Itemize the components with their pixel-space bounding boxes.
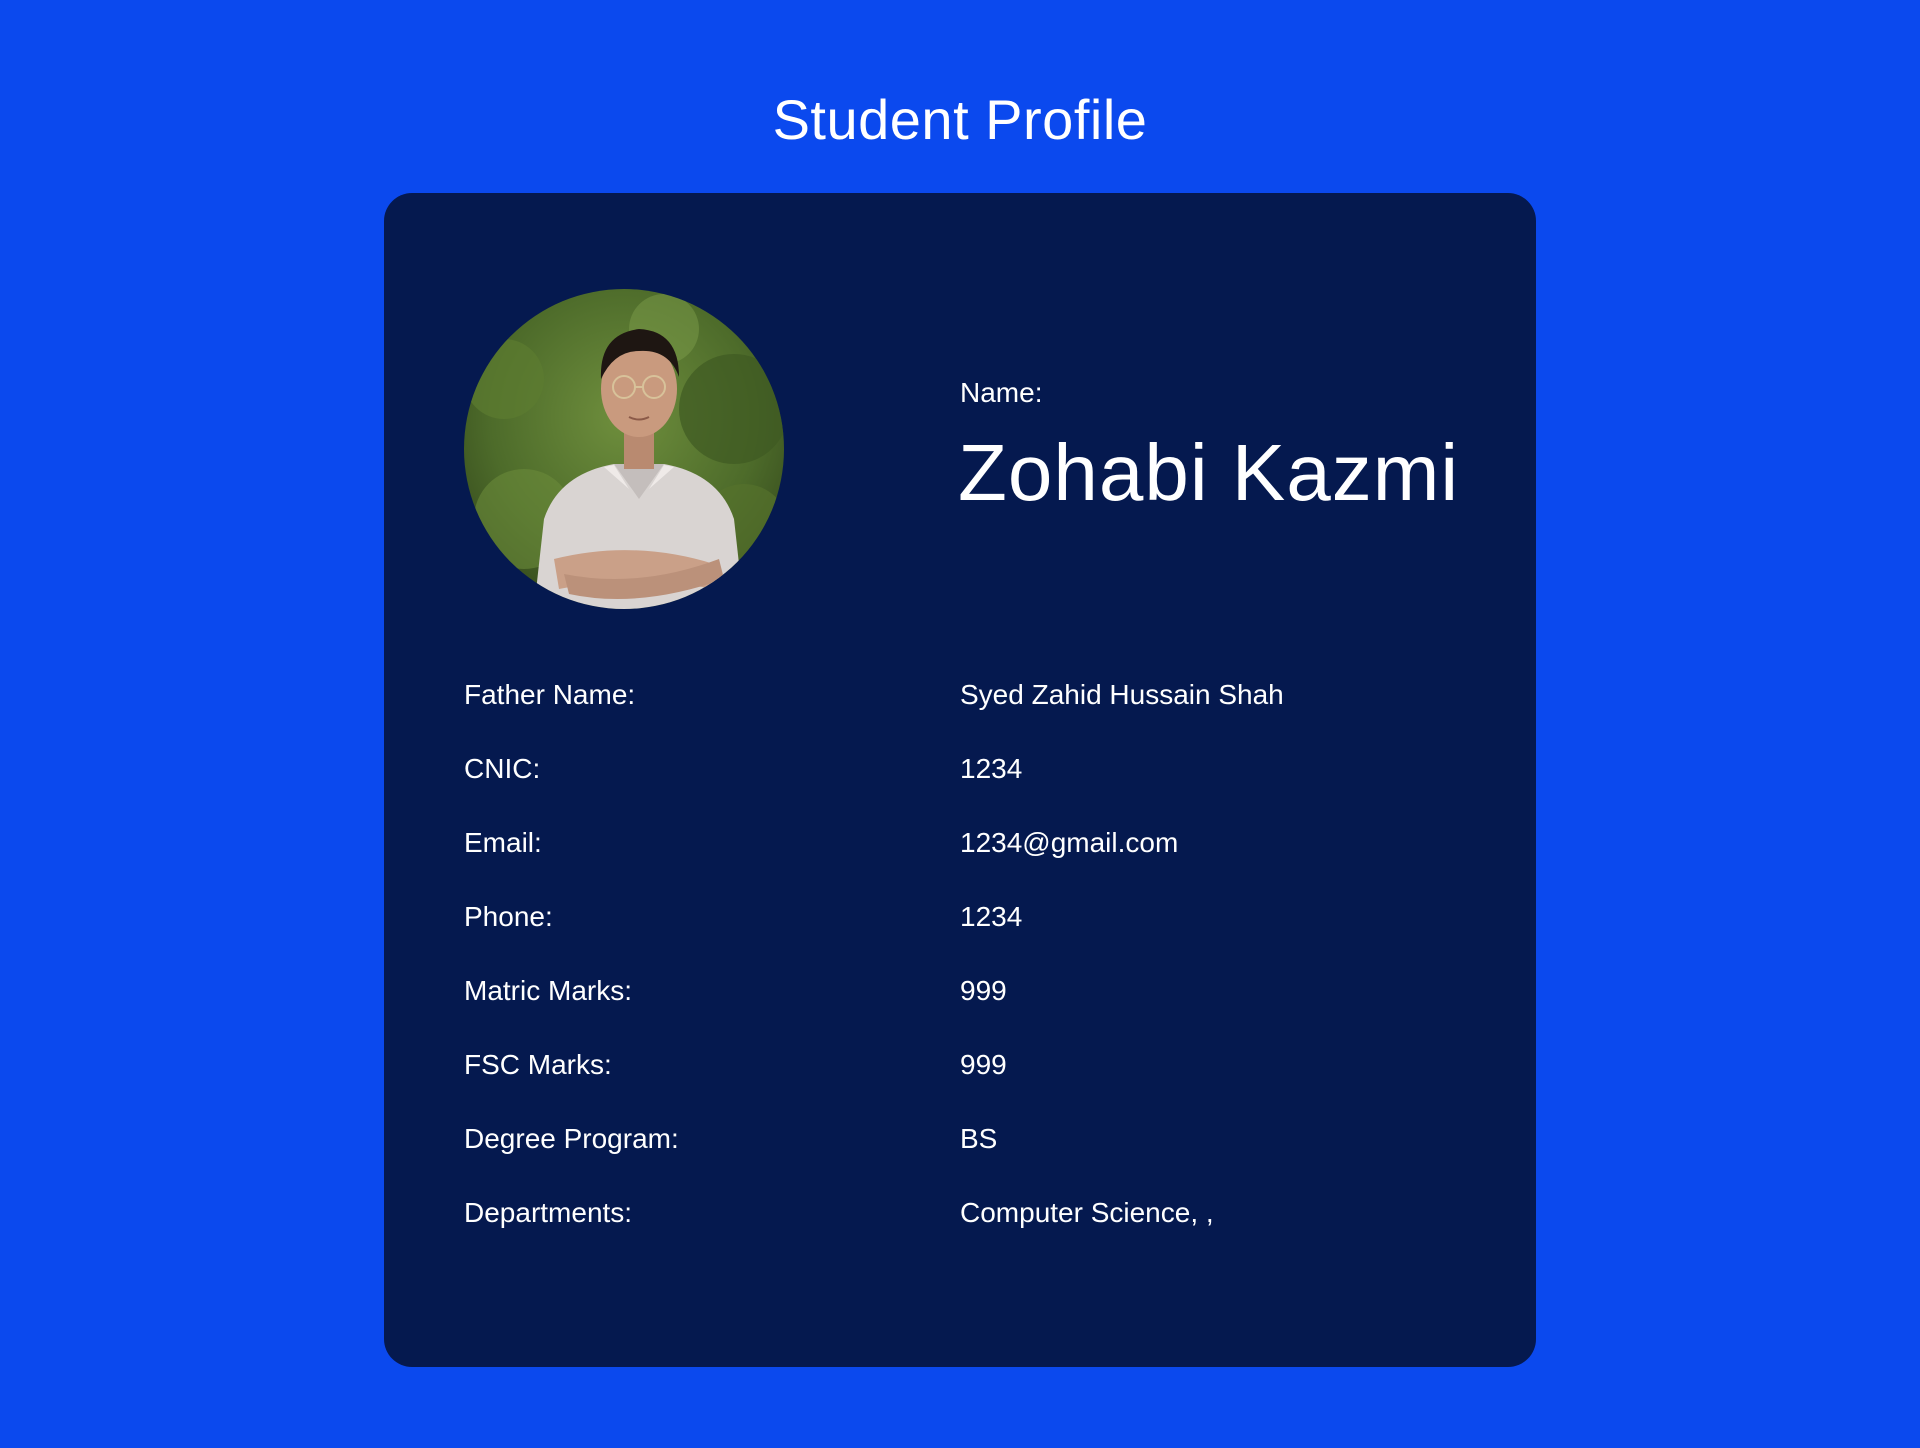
detail-label: CNIC: [464, 753, 541, 784]
name-label: Name: [960, 377, 1043, 408]
detail-value: Syed Zahid Hussain Shah [960, 679, 1284, 710]
detail-value: 999 [960, 975, 1007, 1006]
detail-value: 1234@gmail.com [960, 827, 1179, 858]
detail-row-email: Email: 1234@gmail.com [464, 825, 1464, 899]
detail-row-matric-marks: Matric Marks: 999 [464, 973, 1464, 1047]
detail-row-father-name: Father Name: Syed Zahid Hussain Shah [464, 677, 1464, 751]
details-list: Father Name: Syed Zahid Hussain Shah CNI… [464, 677, 1464, 1269]
detail-row-fsc-marks: FSC Marks: 999 [464, 1047, 1464, 1121]
detail-row-degree-program: Degree Program: BS [464, 1121, 1464, 1195]
detail-row-departments: Departments: Computer Science, , [464, 1195, 1464, 1269]
detail-label: Father Name: [464, 679, 636, 710]
detail-row-phone: Phone: 1234 [464, 899, 1464, 973]
detail-label: Email: [464, 827, 542, 858]
detail-label: FSC Marks: [464, 1049, 612, 1080]
detail-value: 1234 [960, 753, 1023, 784]
detail-label: Degree Program: [464, 1123, 679, 1154]
detail-value: Computer Science, , [960, 1197, 1214, 1228]
profile-photo-icon [464, 289, 784, 609]
detail-label: Phone: [464, 901, 553, 932]
detail-label: Departments: [464, 1197, 633, 1228]
profile-card: Name: Zohabi Kazmi Father Name: Syed Zah… [384, 193, 1536, 1367]
detail-value: BS [960, 1123, 998, 1154]
detail-value: 999 [960, 1049, 1007, 1080]
page-title: Student Profile [772, 88, 1148, 151]
avatar [464, 289, 784, 609]
detail-row-cnic: CNIC: 1234 [464, 751, 1464, 825]
detail-label: Matric Marks: [464, 975, 632, 1006]
detail-value: 1234 [960, 901, 1023, 932]
student-name: Zohabi Kazmi [958, 428, 1460, 517]
